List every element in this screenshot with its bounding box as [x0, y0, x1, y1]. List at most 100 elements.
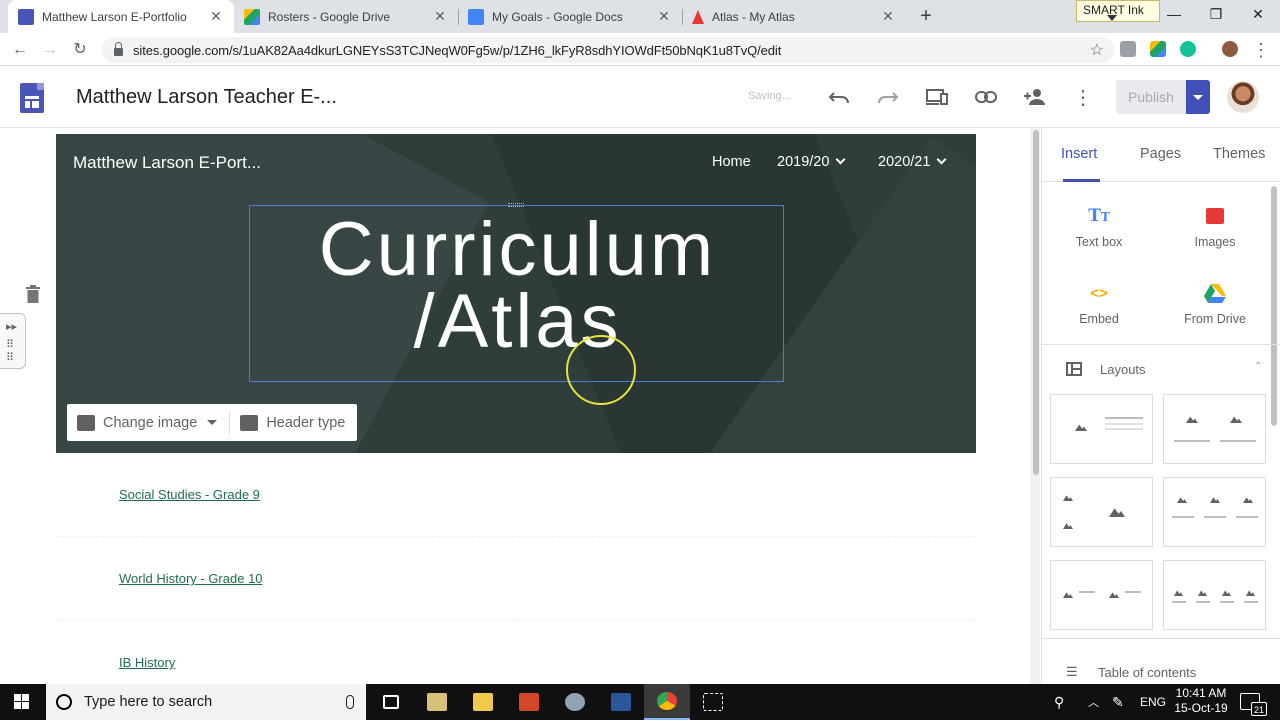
share-add-person-icon[interactable]	[1022, 84, 1048, 110]
site-document-title[interactable]: Matthew Larson Teacher E-...	[76, 86, 337, 109]
smart-ink-toolbar[interactable]: SMART Ink	[1076, 0, 1160, 22]
change-image-button[interactable]: Change image	[67, 404, 229, 441]
google-sites-logo-icon[interactable]	[20, 83, 44, 113]
collapse-icon[interactable]: ⌃	[1254, 361, 1262, 372]
nav-home[interactable]: Home	[712, 154, 751, 170]
file-explorer-icon[interactable]	[460, 684, 506, 720]
canvas-scrollbar-thumb[interactable]	[1033, 130, 1039, 475]
insert-from-drive[interactable]: From Drive	[1160, 282, 1270, 326]
input-language[interactable]: ENG	[1140, 684, 1166, 720]
tab-insert[interactable]: Insert	[1061, 146, 1097, 162]
layout-option-1[interactable]	[1050, 394, 1153, 464]
header-type-button[interactable]: Header type	[230, 404, 357, 441]
chrome-icon[interactable]	[644, 684, 690, 720]
close-tab-icon[interactable]: ✕	[208, 8, 224, 25]
nav-2019-20[interactable]: 2019/20	[777, 154, 846, 170]
layout-option-6[interactable]	[1163, 560, 1266, 630]
powerpoint-icon[interactable]	[506, 684, 552, 720]
mini-image-icon	[1243, 497, 1253, 503]
close-tab-icon[interactable]: ✕	[656, 8, 672, 25]
browser-tab-goals[interactable]: My Goals - Google Docs ✕	[458, 0, 682, 33]
tab-title: My Goals - Google Docs	[492, 9, 623, 24]
taskbar-search-box[interactable]: Type here to search	[46, 684, 366, 720]
mini-text-line	[1105, 428, 1143, 430]
mini-image-icon	[1222, 590, 1231, 596]
close-tab-icon[interactable]: ✕	[880, 8, 896, 25]
page-title[interactable]: Curriculum /Atlas	[250, 212, 785, 360]
nav-label: Home	[712, 154, 751, 170]
notification-center-icon[interactable]: 21	[1240, 693, 1267, 716]
url-text[interactable]: sites.google.com/s/1uAK82Aa4dkurLGNEYsS3…	[133, 43, 1090, 58]
avatar[interactable]	[1227, 81, 1259, 113]
back-icon[interactable]: ←	[9, 39, 31, 61]
chrome-menu-icon[interactable]: ⋮	[1250, 39, 1272, 61]
mini-text-line	[1174, 440, 1210, 442]
section-drag-handle[interactable]: ▸▸ ⠿ ⠿	[0, 313, 26, 369]
page-title-textbox[interactable]: Curriculum /Atlas	[249, 203, 785, 382]
layout-option-3[interactable]	[1050, 477, 1153, 547]
link-world-history[interactable]: World History - Grade 10	[119, 571, 263, 586]
link-social-studies[interactable]: Social Studies - Grade 9	[119, 487, 260, 502]
close-tab-icon[interactable]: ✕	[432, 8, 448, 25]
browser-tab-rosters[interactable]: Rosters - Google Drive ✕	[234, 0, 458, 33]
delete-section-icon[interactable]	[26, 285, 40, 303]
publish-button[interactable]: Publish	[1116, 80, 1186, 114]
insert-table-of-contents[interactable]: ☰ Table of contents	[1042, 638, 1280, 684]
nav-2020-21[interactable]: 2020/21	[878, 154, 947, 170]
tab-pages[interactable]: Pages	[1140, 146, 1181, 162]
header-type-label: Header type	[266, 414, 346, 431]
browser-tab-atlas[interactable]: Atlas - My Atlas ✕	[682, 0, 906, 33]
header-type-icon	[240, 414, 259, 431]
reload-icon[interactable]: ↻	[69, 39, 91, 61]
more-options-icon[interactable]: ⋮	[1070, 84, 1096, 110]
list-item: World History - Grade 10	[56, 537, 976, 621]
window-close-icon[interactable]: ✕	[1236, 0, 1280, 30]
layouts-header[interactable]: Layouts ⌃	[1042, 344, 1280, 394]
link-icon[interactable]	[973, 84, 999, 110]
people-icon[interactable]: ⚲	[1054, 684, 1064, 720]
drive-extension-icon[interactable]	[1150, 41, 1166, 57]
pen-icon[interactable]: ✎	[1112, 684, 1124, 720]
insert-text-box[interactable]: TT Text box	[1044, 205, 1154, 249]
layout-option-2[interactable]	[1163, 394, 1266, 464]
extension-d-icon[interactable]	[1120, 41, 1136, 57]
site-name[interactable]: Matthew Larson E-Port...	[73, 153, 261, 173]
microphone-icon[interactable]	[346, 695, 354, 709]
system-clock[interactable]: 10:41 AM 15-Oct-19	[1170, 686, 1232, 716]
redo-icon[interactable]	[875, 84, 901, 110]
mini-text-line	[1220, 440, 1256, 442]
layout-option-4[interactable]	[1163, 477, 1266, 547]
word-icon[interactable]	[598, 684, 644, 720]
editor-canvas: ▸▸ ⠿ ⠿ Matthew Larson E-Port... Home 2019…	[0, 128, 1040, 684]
smart-app-icon[interactable]	[552, 684, 598, 720]
photos-app-icon[interactable]	[414, 684, 460, 720]
task-view-icon[interactable]	[368, 684, 414, 720]
grammarly-icon[interactable]	[1180, 41, 1196, 57]
undo-icon[interactable]	[826, 84, 852, 110]
device-preview-icon[interactable]	[924, 84, 950, 110]
mini-image-icon	[1174, 590, 1183, 596]
new-tab-icon[interactable]: +	[915, 6, 937, 28]
windows-start-icon[interactable]	[14, 694, 30, 710]
snipping-tool-icon[interactable]	[690, 684, 736, 720]
tab-themes[interactable]: Themes	[1213, 146, 1265, 162]
mini-image-icon	[1230, 416, 1242, 423]
layout-option-5[interactable]	[1050, 560, 1153, 630]
nav-label: 2019/20	[777, 154, 830, 170]
show-hidden-icons[interactable]: ︿	[1088, 684, 1099, 720]
maximize-icon[interactable]: ❐	[1194, 0, 1238, 30]
forward-icon[interactable]: →	[39, 39, 61, 61]
browser-tab-portfolio[interactable]: Matthew Larson E-Portfolio ✕	[8, 0, 234, 33]
bookmark-star-icon[interactable]: ☆	[1090, 40, 1104, 60]
image-icon	[77, 414, 95, 431]
insert-embed[interactable]: <> Embed	[1044, 282, 1154, 327]
mini-text-line	[1236, 516, 1258, 518]
profile-avatar-small[interactable]	[1222, 41, 1238, 57]
address-bar[interactable]: sites.google.com/s/1uAK82Aa4dkurLGNEYsS3…	[102, 37, 1114, 63]
link-ib-history[interactable]: IB History	[119, 655, 175, 670]
minimize-icon[interactable]: —	[1152, 0, 1196, 30]
publish-dropdown-icon[interactable]	[1186, 80, 1210, 114]
browser-tab-strip: Matthew Larson E-Portfolio ✕ Rosters - G…	[0, 0, 1280, 33]
browser-toolbar: ← → ↻ sites.google.com/s/1uAK82Aa4dkurLG…	[0, 33, 1280, 66]
insert-images[interactable]: Images	[1160, 205, 1270, 249]
